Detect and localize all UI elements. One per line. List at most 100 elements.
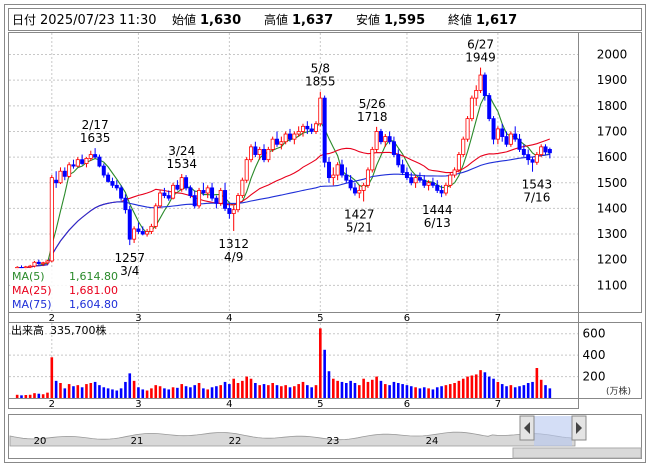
candle-body: [175, 184, 180, 190]
low-annotation-date: 7/16: [523, 191, 550, 205]
volume-bar: [267, 385, 270, 398]
candle-body: [49, 177, 54, 262]
volume-bar: [128, 373, 132, 398]
stock-chart: 日付 2025/07/23 11:30 始値 1,630 高値 1,637 安値…: [4, 4, 646, 463]
volume-bar: [102, 387, 106, 398]
low-annotation-price: 1444: [422, 203, 453, 217]
candle-body: [210, 187, 215, 199]
volume-bar: [401, 384, 404, 398]
candle-body: [28, 265, 33, 268]
volume-bar: [470, 375, 474, 398]
candle-body: [101, 165, 106, 176]
volume-bar: [496, 381, 500, 398]
candle-body: [41, 262, 46, 265]
candle-body: [171, 184, 176, 199]
candle-body: [352, 187, 357, 194]
candle-body: [534, 154, 539, 163]
candle-body: [253, 146, 258, 155]
close-label: 終値: [448, 12, 472, 27]
candle: [456, 151, 461, 173]
volume-bar: [509, 385, 513, 398]
candle-body: [439, 190, 444, 194]
candle-body: [257, 149, 262, 155]
volume-bar: [340, 381, 344, 398]
volume-bar: [33, 393, 36, 398]
volume-bar: [535, 368, 539, 398]
volume-bar: [357, 385, 361, 398]
candle: [171, 182, 176, 200]
candle: [508, 131, 513, 147]
volume-bar: [531, 381, 534, 398]
candle-body: [80, 159, 85, 164]
candle: [465, 116, 470, 142]
candle-body: [391, 141, 396, 155]
candle-body: [448, 174, 453, 186]
volume-bar: [176, 387, 179, 398]
candle-body: [114, 184, 119, 189]
datetime-value: 2025/07/23 11:30: [40, 13, 157, 28]
volume-bar: [518, 386, 521, 398]
volume-bar: [284, 385, 287, 398]
candle-body: [184, 177, 189, 189]
candle-body: [339, 164, 344, 176]
volume-bar: [353, 383, 357, 398]
candle-body: [75, 159, 80, 167]
candle-body: [326, 161, 331, 179]
volume-bar: [427, 388, 430, 398]
low-annotation-date: 5/21: [346, 220, 373, 234]
volume-tick-label: 200: [583, 370, 606, 384]
month-label: 5: [317, 313, 323, 324]
volume-bar: [210, 387, 214, 398]
volume-bar: [80, 387, 84, 398]
navigator-scrollbar[interactable]: [512, 447, 642, 459]
candle-body: [374, 131, 379, 150]
volume-bar: [254, 383, 257, 398]
volume-bar: [93, 381, 97, 398]
candle-body: [500, 128, 505, 137]
volume-bar: [37, 393, 41, 398]
volume-bar: [422, 387, 426, 398]
candle: [240, 177, 245, 199]
candle-body: [179, 177, 184, 190]
volume-bar: [366, 381, 370, 398]
month-label: 6: [404, 399, 410, 410]
candle-body: [201, 190, 206, 194]
volume-bar: [474, 374, 478, 398]
volume-bar: [327, 371, 331, 398]
volume-bar: [409, 386, 413, 398]
volume-bar: [150, 388, 153, 398]
low-annotation-date: 3/4: [120, 264, 139, 278]
candle: [197, 187, 202, 209]
volume-bar: [487, 376, 491, 398]
volume-bar: [124, 381, 127, 398]
volume-bar: [158, 386, 162, 398]
candle-body: [236, 195, 241, 211]
volume-bar: [461, 378, 465, 398]
volume-bar: [526, 383, 530, 398]
volume-bar: [435, 387, 439, 398]
volume-bar: [522, 385, 526, 398]
volume-bar: [388, 385, 391, 398]
low-annotation-price: 1543: [522, 178, 553, 192]
candle-body: [491, 118, 496, 140]
candle-body: [400, 164, 405, 173]
volume-bar: [262, 384, 266, 398]
volume-bar: [67, 384, 71, 398]
candle-body: [365, 169, 370, 186]
volume-bar: [137, 387, 140, 398]
candle-body: [227, 208, 232, 214]
volume-bar: [271, 383, 274, 398]
high-annotation-price: 1635: [80, 131, 111, 145]
candle-body: [231, 209, 236, 214]
candle-body: [23, 266, 28, 269]
volume-bar: [245, 376, 248, 398]
volume-bar: [145, 390, 149, 398]
volume-bar: [223, 381, 227, 398]
navigator-selection[interactable]: [534, 416, 572, 446]
month-label: 7: [495, 399, 501, 410]
high-value: 1,637: [292, 13, 333, 28]
legend-label: MA(5): [12, 270, 45, 283]
candle-body: [513, 133, 518, 140]
volume-bar: [219, 385, 223, 398]
candle: [218, 187, 223, 206]
